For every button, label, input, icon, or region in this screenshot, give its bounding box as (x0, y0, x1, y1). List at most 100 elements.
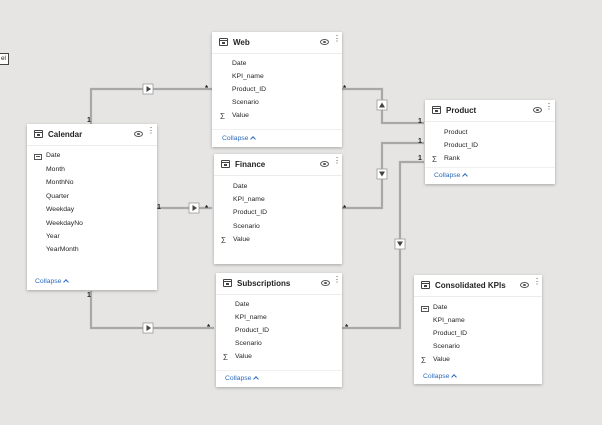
field-row[interactable]: Product (425, 129, 555, 140)
direction-arrow (146, 324, 151, 332)
eye-icon[interactable] (320, 39, 329, 45)
field-row[interactable]: YearMonth (27, 246, 157, 257)
cardinality-one: 1 (418, 118, 422, 125)
field-name: Rank (444, 155, 460, 162)
table-title: Product (446, 106, 477, 115)
field-row[interactable]: Scenario (414, 343, 542, 354)
collapse-button[interactable]: Collapse (225, 375, 260, 382)
direction-arrow (192, 205, 197, 211)
more-options-icon[interactable]: ⋮ (545, 103, 553, 115)
field-row[interactable]: Product_ID (216, 327, 342, 338)
table-header[interactable]: Finance ⋮ (214, 154, 342, 176)
table-title: Subscriptions (237, 279, 291, 288)
collapse-button[interactable]: Collapse (35, 278, 70, 285)
eye-icon[interactable] (533, 107, 542, 113)
field-row[interactable]: MonthNo (27, 179, 157, 190)
table-card-web[interactable]: Web ⋮ Date KPI_name Product_ID Scenario … (212, 32, 342, 147)
field-row[interactable]: Month (27, 166, 157, 177)
field-row[interactable]: Σ Value (214, 236, 342, 247)
field-name: Scenario (233, 223, 260, 230)
field-row[interactable]: Date (27, 152, 157, 163)
more-options-icon[interactable]: ⋮ (147, 127, 155, 139)
table-icon (432, 106, 441, 114)
direction-arrow (378, 171, 386, 176)
collapse-button[interactable]: Collapse (222, 135, 257, 142)
field-row[interactable]: Σ Value (212, 112, 342, 123)
chevron-up-icon (253, 376, 260, 382)
field-row[interactable]: Σ Rank (425, 155, 555, 166)
field-row[interactable]: Product_ID (425, 142, 555, 153)
field-row[interactable]: Quarter (27, 193, 157, 204)
sigma-icon: Σ (221, 236, 226, 245)
field-row[interactable]: Date (212, 60, 342, 71)
field-name: Date (46, 152, 61, 159)
table-card-calendar[interactable]: Calendar ⋮ Date Month MonthNo Quarter We… (27, 124, 157, 290)
collapse-button[interactable]: Collapse (434, 172, 469, 179)
eye-icon[interactable] (320, 161, 329, 167)
field-row[interactable]: Date (214, 183, 342, 194)
field-row[interactable]: Date (216, 301, 342, 312)
field-row[interactable]: Σ Value (414, 356, 542, 367)
table-header[interactable]: Consolidated KPIs ⋮ (414, 275, 542, 297)
direction-arrow (397, 241, 403, 247)
cardinality-one: 1 (157, 204, 161, 211)
collapse-label: Collapse (222, 135, 249, 142)
more-options-icon[interactable]: ⋮ (533, 278, 541, 290)
offscreen-table-tab[interactable]: el (0, 53, 9, 65)
more-options-icon[interactable]: ⋮ (333, 157, 341, 169)
field-name: Scenario (232, 99, 259, 106)
field-row[interactable]: Date (414, 304, 542, 315)
chevron-up-icon (451, 374, 458, 380)
field-row[interactable]: Scenario (216, 340, 342, 351)
field-row[interactable]: Σ Value (216, 353, 342, 364)
arrow-box (188, 202, 200, 214)
field-row[interactable]: Scenario (214, 223, 342, 234)
field-row[interactable]: Product_ID (212, 86, 342, 97)
field-row[interactable]: KPI_name (216, 314, 342, 325)
model-canvas[interactable]: el 1 1 1 * * * * * * 1 1 1 Calendar ⋮ Da… (0, 0, 602, 425)
direction-arrow (146, 86, 151, 92)
more-options-icon[interactable]: ⋮ (333, 276, 341, 288)
direction-arrow (379, 171, 385, 177)
table-icon (223, 279, 232, 287)
table-header[interactable]: Product ⋮ (425, 100, 555, 122)
table-card-consolidated-kpis[interactable]: Consolidated KPIs ⋮ Date KPI_name Produc… (414, 275, 542, 384)
more-options-icon[interactable]: ⋮ (333, 35, 341, 47)
field-row[interactable]: KPI_name (212, 73, 342, 84)
field-row[interactable]: Product_ID (414, 330, 542, 341)
field-row[interactable]: Product_ID (214, 209, 342, 220)
direction-arrow (146, 325, 151, 331)
field-name: Scenario (235, 340, 262, 347)
table-header[interactable]: Web ⋮ (212, 32, 342, 54)
table-icon (221, 160, 230, 168)
field-name: KPI_name (232, 73, 264, 80)
sigma-icon: Σ (220, 112, 225, 121)
table-card-finance[interactable]: Finance ⋮ Date KPI_name Product_ID Scena… (214, 154, 342, 264)
cardinality-many: * (343, 204, 347, 213)
eye-icon[interactable] (520, 282, 529, 288)
table-header[interactable]: Calendar ⋮ (27, 124, 157, 146)
direction-arrow (146, 85, 151, 93)
cardinality-one: 1 (418, 155, 422, 162)
field-row[interactable]: Weekday (27, 206, 157, 217)
collapse-button[interactable]: Collapse (423, 373, 458, 380)
field-row[interactable]: KPI_name (214, 196, 342, 207)
table-icon (219, 38, 228, 46)
field-name: Product (444, 129, 468, 136)
table-header[interactable]: Subscriptions ⋮ (216, 273, 342, 295)
field-row[interactable]: Scenario (212, 99, 342, 110)
table-card-product[interactable]: Product ⋮ Product Product_ID Σ Rank Coll… (425, 100, 555, 184)
rel-line-subscriptions-product (342, 160, 424, 330)
field-row[interactable]: KPI_name (414, 317, 542, 328)
field-name: Date (235, 301, 250, 308)
divider (425, 167, 555, 168)
table-title: Calendar (48, 130, 83, 139)
table-card-subscriptions[interactable]: Subscriptions ⋮ Date KPI_name Product_ID… (216, 273, 342, 387)
eye-icon[interactable] (134, 131, 143, 137)
chevron-up-icon (250, 136, 257, 142)
field-row[interactable]: WeekdayNo (27, 220, 157, 231)
field-name: Year (46, 233, 60, 240)
field-row[interactable]: Year (27, 233, 157, 244)
eye-icon[interactable] (321, 280, 330, 286)
field-name: Product_ID (235, 327, 270, 334)
